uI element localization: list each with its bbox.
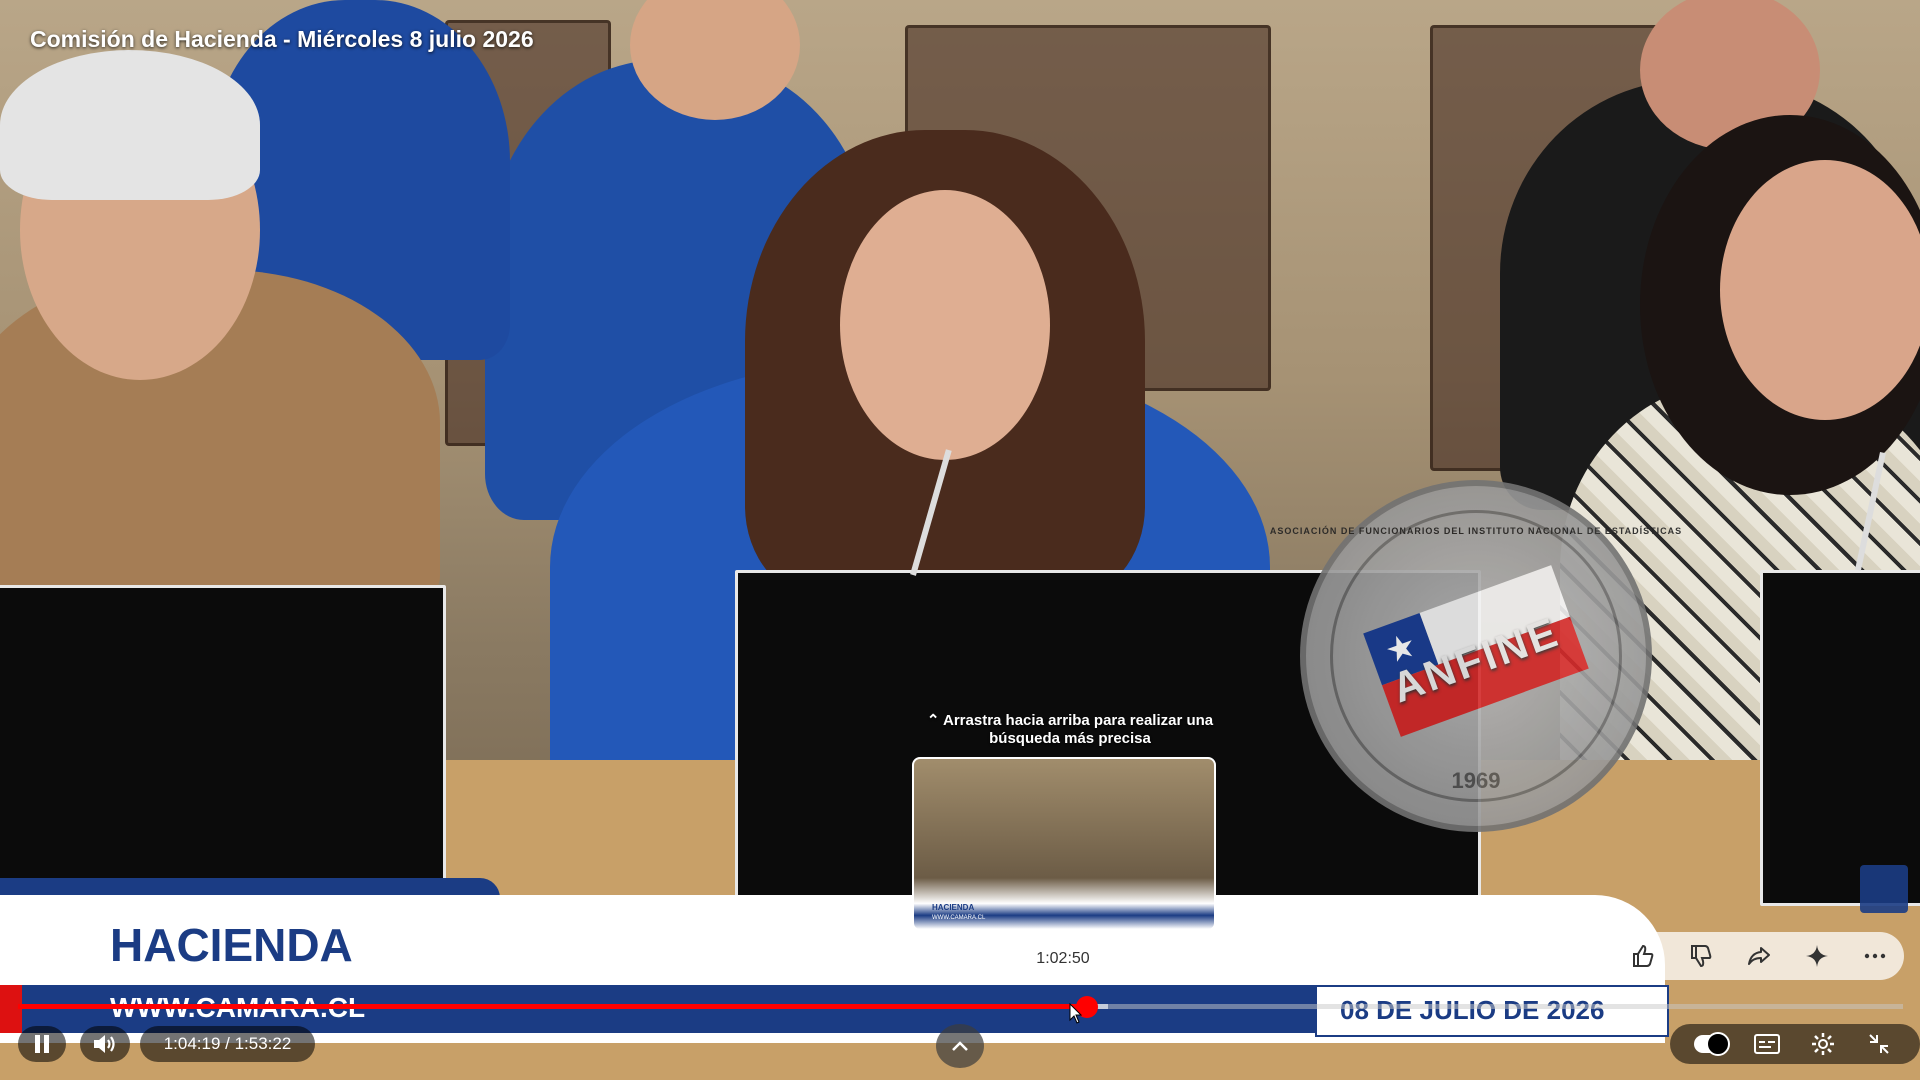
expand-chapters-button[interactable] (936, 1024, 984, 1068)
exit-fullscreen-button[interactable] (1851, 1024, 1907, 1064)
thumb-lower-third-title: HACIENDA (932, 903, 975, 912)
autoplay-toggle[interactable] (1683, 1024, 1739, 1064)
dislike-button[interactable] (1672, 932, 1730, 980)
participant-left-hair (0, 50, 260, 200)
lower-third-title: HACIENDA (110, 919, 353, 971)
share-icon (1748, 947, 1770, 965)
more-icon (1864, 953, 1886, 959)
share-button[interactable] (1730, 932, 1788, 980)
captions-icon (1754, 1034, 1780, 1054)
monitor (1760, 570, 1920, 906)
sparkle-icon (1806, 945, 1828, 967)
anfine-seal-logo: ASOCIACIÓN DE FUNCIONARIOS DEL INSTITUTO… (1270, 480, 1681, 832)
volume-button[interactable] (80, 1026, 130, 1062)
mouse-cursor-icon (1069, 1003, 1082, 1024)
seal-year: 1969 (1451, 768, 1501, 793)
player-right-controls (1670, 1024, 1920, 1064)
thumb-lower-third-url: WWW.CAMARA.CL (932, 915, 986, 921)
progress-played (18, 1004, 1087, 1009)
settings-button[interactable] (1795, 1024, 1851, 1064)
volume-icon (94, 1035, 115, 1053)
camara-corner-logo (1860, 865, 1908, 913)
ask-button[interactable] (1788, 932, 1846, 980)
time-display: 1:04:19 / 1:53:22 (140, 1026, 315, 1062)
chevron-up-icon (952, 1041, 968, 1051)
seek-preview-time: 1:02:50 (1016, 940, 1110, 978)
engagement-actions (1614, 932, 1904, 980)
thumbs-up-icon (1633, 944, 1654, 967)
seal-org-text: ASOCIACIÓN DE FUNCIONARIOS DEL INSTITUTO… (1269, 526, 1683, 536)
lower-third-red-edge (0, 985, 22, 1033)
pause-button[interactable] (18, 1026, 66, 1062)
participant-right-face (1720, 160, 1920, 420)
captions-button[interactable] (1739, 1024, 1795, 1064)
seek-hint: ⌃ Arrastra hacia arriba para realizar un… (926, 712, 1214, 747)
video-title-overlay: Comisión de Hacienda - Miércoles 8 julio… (30, 26, 534, 52)
settings-icon (1812, 1033, 1834, 1055)
lower-third-date: 08 DE JULIO DE 2026 (1340, 995, 1605, 1025)
pause-icon (35, 1035, 49, 1053)
speaker-face (840, 190, 1050, 460)
autoplay-toggle-icon (1694, 1032, 1730, 1056)
seek-preview-thumbnail: HACIENDA WWW.CAMARA.CL (912, 757, 1216, 931)
like-button[interactable] (1614, 932, 1672, 980)
progress-bar[interactable] (18, 996, 1903, 1018)
more-actions-button[interactable] (1846, 932, 1904, 980)
thumbs-down-icon (1691, 945, 1712, 968)
exit-fullscreen-icon (1869, 1034, 1889, 1054)
monitor (0, 585, 446, 891)
